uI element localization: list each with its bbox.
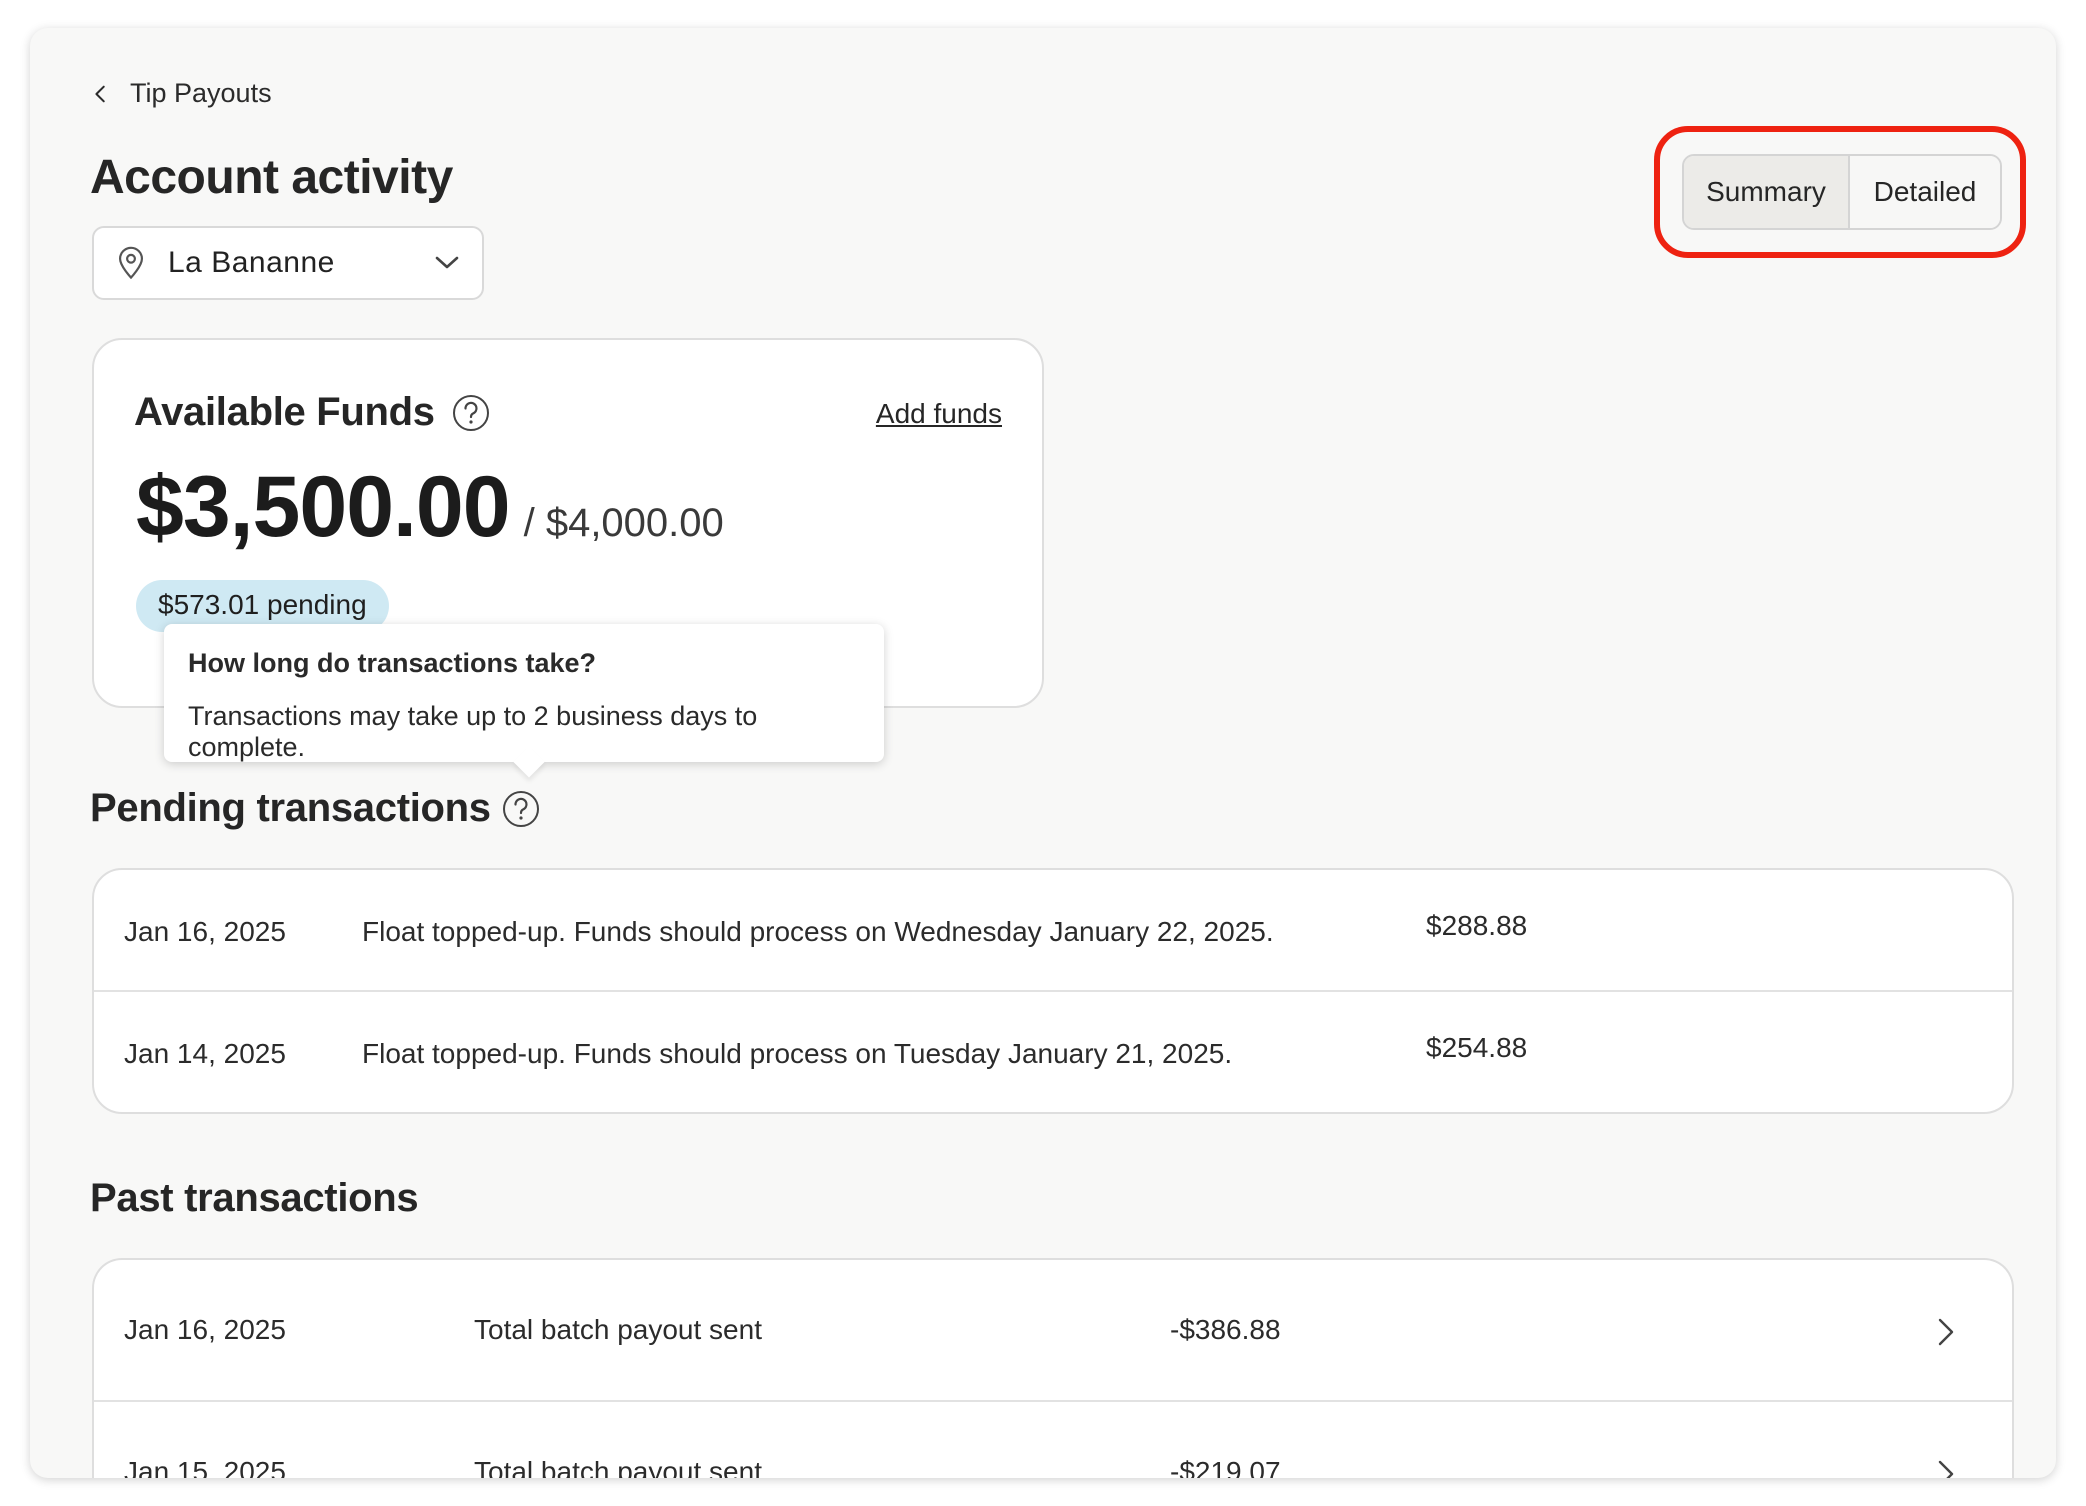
table-row: Jan 14, 2025 Float topped-up. Funds shou… bbox=[94, 992, 2012, 1112]
transaction-date: Jan 14, 2025 bbox=[124, 1038, 286, 1069]
transaction-amount: $288.88 bbox=[1426, 910, 1528, 941]
transactions-tooltip: How long do transactions take? Transacti… bbox=[164, 624, 884, 762]
chevron-right-icon[interactable] bbox=[1934, 1316, 1958, 1348]
pending-transactions-title: Pending transactions bbox=[90, 786, 491, 830]
transaction-date: Jan 16, 2025 bbox=[124, 916, 286, 947]
funds-amount-row: $3,500.00 / $4,000.00 bbox=[136, 458, 724, 557]
tooltip-body: Transactions may take up to 2 business d… bbox=[188, 701, 758, 762]
back-link-label: Tip Payouts bbox=[130, 78, 272, 108]
summary-toggle-button[interactable]: Summary bbox=[1684, 156, 1850, 228]
transaction-date: Jan 15, 2025 bbox=[124, 1456, 286, 1478]
transaction-description: Total batch payout sent bbox=[474, 1314, 762, 1345]
tooltip-title: How long do transactions take? bbox=[188, 648, 597, 678]
past-transactions-table: Jan 16, 2025 Total batch payout sent -$3… bbox=[92, 1258, 2014, 1478]
transaction-amount: $254.88 bbox=[1426, 1032, 1528, 1063]
table-row[interactable]: Jan 16, 2025 Total batch payout sent -$3… bbox=[94, 1260, 2012, 1402]
page-title: Account activity bbox=[90, 151, 453, 204]
app-window: Tip Payouts Account activity La Bananne … bbox=[30, 28, 2056, 1478]
detailed-toggle-button[interactable]: Detailed bbox=[1850, 156, 2000, 228]
chevron-down-icon bbox=[435, 256, 459, 269]
location-select[interactable]: La Bananne bbox=[92, 226, 484, 300]
table-row: Jan 16, 2025 Float topped-up. Funds shou… bbox=[94, 870, 2012, 992]
transaction-amount: -$219.07 bbox=[1170, 1456, 1281, 1478]
transaction-date: Jan 16, 2025 bbox=[124, 1314, 286, 1345]
view-toggle: Summary Detailed bbox=[1682, 154, 2002, 230]
chevron-left-icon bbox=[95, 85, 105, 102]
help-icon[interactable] bbox=[451, 393, 491, 433]
funds-limit: / $4,000.00 bbox=[523, 501, 724, 545]
back-link[interactable]: Tip Payouts bbox=[90, 78, 272, 109]
transaction-amount: -$386.88 bbox=[1170, 1314, 1281, 1345]
available-amount: $3,500.00 bbox=[136, 459, 511, 555]
pending-transactions-table: Jan 16, 2025 Float topped-up. Funds shou… bbox=[92, 868, 2014, 1114]
transaction-description: Float topped-up. Funds should process on… bbox=[362, 1038, 1233, 1069]
transaction-description: Total batch payout sent bbox=[474, 1456, 762, 1478]
add-funds-link[interactable]: Add funds bbox=[876, 398, 1002, 430]
pending-transactions-heading: Pending transactions bbox=[90, 786, 541, 831]
chevron-right-icon[interactable] bbox=[1934, 1458, 1958, 1478]
help-icon[interactable] bbox=[501, 789, 541, 829]
table-row[interactable]: Jan 15, 2025 Total batch payout sent -$2… bbox=[94, 1402, 2012, 1478]
location-pin-icon bbox=[118, 246, 144, 280]
past-transactions-heading: Past transactions bbox=[90, 1176, 419, 1221]
location-select-value: La Bananne bbox=[168, 246, 335, 279]
past-transactions-title: Past transactions bbox=[90, 1176, 419, 1220]
transaction-description: Float topped-up. Funds should process on… bbox=[362, 916, 1274, 947]
available-funds-heading: Available Funds bbox=[134, 390, 491, 435]
available-funds-title: Available Funds bbox=[134, 390, 435, 434]
